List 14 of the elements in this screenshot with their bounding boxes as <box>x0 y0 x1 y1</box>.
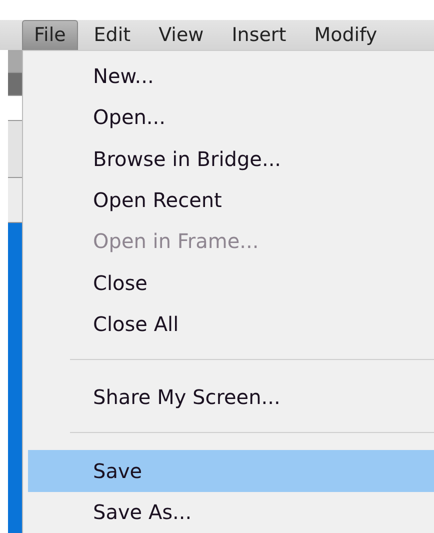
menu-title[interactable]: View <box>146 20 216 50</box>
menu-title[interactable]: Insert <box>220 20 298 50</box>
menu-item[interactable]: Open... <box>28 96 434 138</box>
menu-title[interactable]: File <box>22 20 78 50</box>
menu-item[interactable]: Browse in Bridge... <box>28 138 434 180</box>
menu-item[interactable]: Close All <box>28 303 434 345</box>
menu-title[interactable]: Edit <box>82 20 143 50</box>
menu-item[interactable]: Close <box>28 262 434 304</box>
menu-title[interactable]: Modify <box>302 20 390 50</box>
menu-item[interactable]: New... <box>28 55 434 96</box>
menu-item[interactable]: Open Recent <box>28 179 434 221</box>
menu-item[interactable]: Save As... <box>28 492 434 533</box>
menu-item[interactable]: Share My Screen... <box>28 376 434 418</box>
menu-item[interactable]: Save <box>28 450 434 492</box>
